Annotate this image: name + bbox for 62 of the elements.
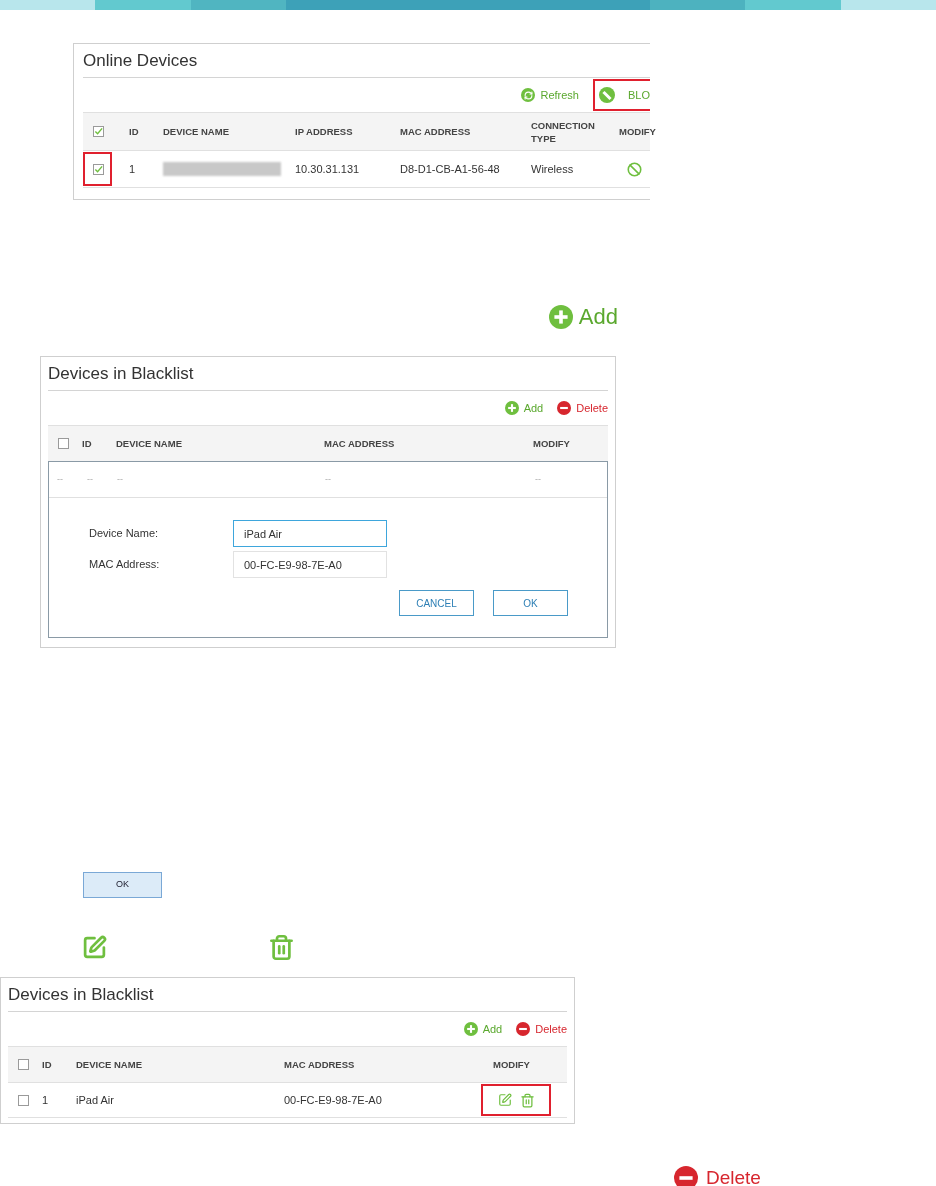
- delete-button[interactable]: Delete: [516, 1020, 567, 1038]
- checkbox[interactable]: [18, 1094, 29, 1106]
- trash-icon: [268, 933, 295, 961]
- dialog-button[interactable]: OK: [493, 590, 568, 616]
- refresh-icon: [521, 88, 536, 102]
- column-header: DEVICE NAME: [116, 437, 183, 450]
- panel-title: Devices in Blacklist: [8, 983, 154, 1006]
- delete-icon: [557, 401, 572, 415]
- block-icon[interactable]: [627, 161, 642, 177]
- ok-button[interactable]: OK: [83, 872, 162, 898]
- add-label: Add: [548, 300, 618, 333]
- column-header: ID: [129, 125, 140, 138]
- table-cell-text: --: [117, 472, 124, 486]
- delete-icon: [516, 1022, 531, 1036]
- table-cell-text: 1: [42, 1092, 50, 1108]
- field-label: Device Name:: [89, 526, 160, 542]
- add-icon: [504, 401, 519, 415]
- edit-icon[interactable]: [497, 1093, 512, 1107]
- table-cell-text: --: [87, 472, 94, 486]
- delete-button[interactable]: Delete: [557, 399, 608, 417]
- panel-title: Devices in Blacklist: [48, 362, 194, 385]
- add-button[interactable]: Add: [463, 1020, 503, 1038]
- table-cell-text: --: [325, 472, 332, 486]
- highlight-frame: [83, 151, 112, 186]
- column-header: MAC ADDRESS: [324, 437, 396, 450]
- panel-title: Online Devices: [83, 49, 198, 72]
- refresh-button[interactable]: Refresh: [521, 86, 579, 104]
- column-header: MODIFY: [619, 125, 656, 138]
- checkbox[interactable]: [18, 1059, 29, 1070]
- trash-icon[interactable]: [519, 1092, 535, 1108]
- delete-label: Delete: [674, 1164, 761, 1186]
- column-header: CONNECTION TYPE: [531, 118, 596, 145]
- text-field[interactable]: iPad Air: [233, 520, 387, 547]
- add-icon: [463, 1022, 478, 1036]
- column-header: MODIFY: [533, 437, 571, 450]
- column-header: MAC ADDRESS: [400, 125, 472, 138]
- column-header: IP ADDRESS: [295, 125, 354, 138]
- column-header: DEVICE NAME: [163, 125, 230, 138]
- add-button[interactable]: Add: [504, 399, 544, 417]
- column-header: ID: [82, 437, 93, 450]
- column-header: MODIFY: [493, 1058, 531, 1071]
- add-icon: [548, 304, 573, 329]
- table-cell-text: --: [535, 472, 542, 486]
- text-field[interactable]: 00-FC-E9-98-7E-A0: [233, 551, 387, 578]
- column-header: MAC ADDRESS: [284, 1058, 356, 1071]
- dialog-button[interactable]: CANCEL: [399, 590, 474, 616]
- table-cell-text: Wireless: [531, 161, 575, 177]
- table-cell-text: --: [57, 472, 64, 486]
- checkbox[interactable]: [58, 438, 69, 449]
- column-header: ID: [42, 1058, 53, 1071]
- checkbox[interactable]: [93, 163, 104, 175]
- table-cell-text: 1: [129, 161, 137, 177]
- table-cell-text: 10.30.31.131: [295, 161, 361, 177]
- field-label: MAC Address:: [89, 557, 161, 573]
- table-cell-text: D8-D1-CB-A1-56-48: [400, 161, 501, 177]
- column-header: DEVICE NAME: [76, 1058, 143, 1071]
- checkbox[interactable]: [93, 126, 104, 137]
- table-cell-text: iPad Air: [76, 1092, 115, 1108]
- edit-icon: [82, 934, 107, 960]
- block-button[interactable]: BLO: [599, 86, 650, 104]
- block-icon: [599, 87, 615, 103]
- table-cell-text: 00-FC-E9-98-7E-A0: [284, 1092, 383, 1108]
